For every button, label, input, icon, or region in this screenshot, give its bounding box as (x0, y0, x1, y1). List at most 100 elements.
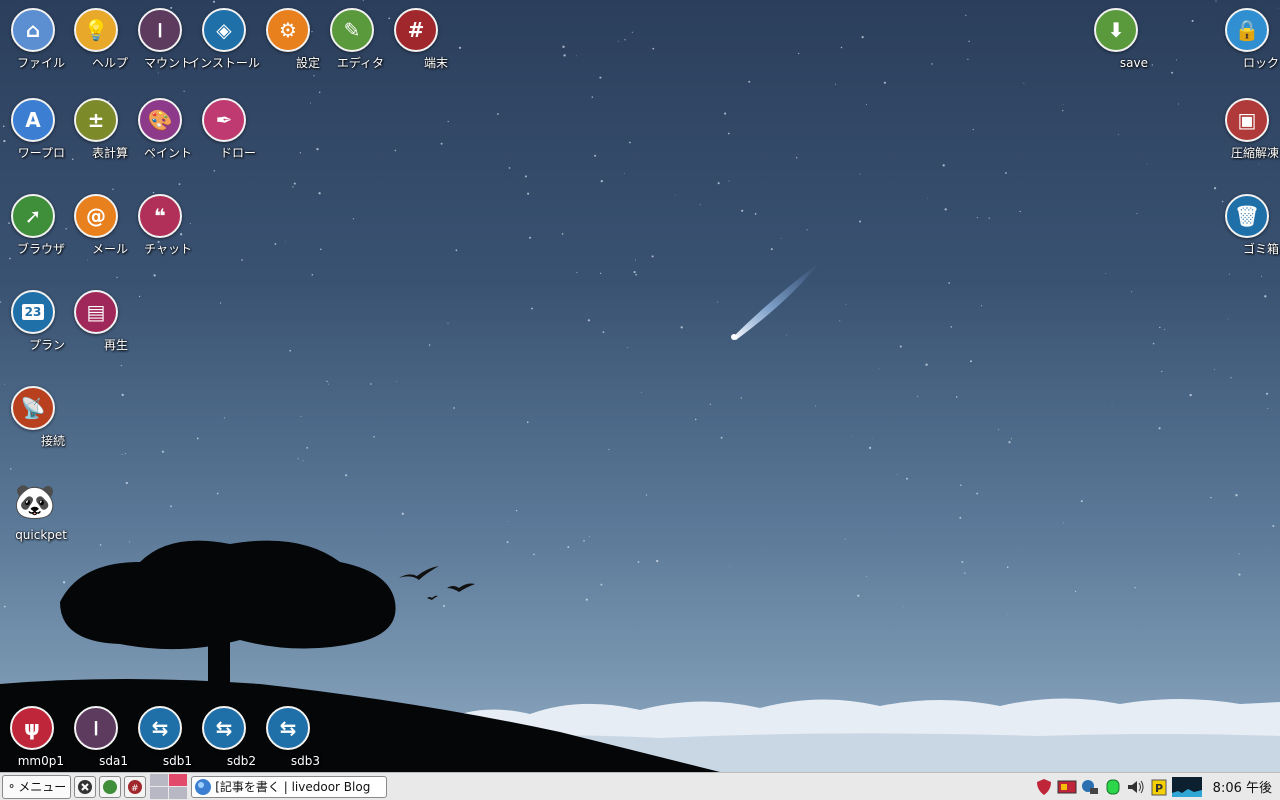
task-button-browser[interactable]: [記事を書く | livedoor Blog (191, 775, 388, 798)
desktop-right-icon-0[interactable]: ⬇ save (1084, 8, 1148, 71)
workspace-2[interactable] (169, 774, 188, 786)
icon-label: ドロー (219, 146, 256, 160)
workspace-3[interactable] (150, 787, 169, 799)
icon-label: 接続 (40, 434, 65, 448)
icon-label: 端末 (423, 56, 448, 70)
icon-label: メール (91, 242, 128, 256)
tray-network[interactable] (1080, 777, 1100, 797)
drive-icon-4[interactable]: ⇆ sdb3 (256, 706, 320, 769)
menu-logo-icon: ⚬ (7, 780, 17, 793)
start-menu-button[interactable]: ⚬ メニュー (2, 774, 72, 799)
drive-icon-3[interactable]: ⇆ sdb2 (192, 706, 256, 769)
icon-label: 圧縮解凍 (1230, 146, 1279, 160)
menu-label: メニュー (18, 780, 67, 794)
at-mail-icon: @ (74, 194, 118, 238)
workspace-1[interactable] (150, 774, 169, 786)
toggle-icon: ⏽ (138, 8, 182, 52)
drive-icon-0[interactable]: ψ mm0p1 (0, 706, 64, 769)
desktop-icon-11[interactable]: ➚ ブラウザ (1, 194, 65, 257)
desktop-right-icon-3[interactable]: 🗑 ゴミ箱 (1215, 194, 1279, 257)
icon-label: sdb3 (290, 754, 320, 768)
desktop-icon-8[interactable]: ± 表計算 (64, 98, 128, 161)
desktop-right-icon-2[interactable]: ▣ 圧縮解凍 (1215, 98, 1279, 161)
x-circle-icon (78, 779, 93, 794)
desktop-icon-9[interactable]: 🎨 ペイント (128, 98, 192, 161)
desktop-right-icon-1[interactable]: 🔒 ロック (1215, 8, 1279, 71)
desktop-icon-5[interactable]: ✎ エディタ (320, 8, 384, 71)
satellite-icon: 📡 (11, 386, 55, 430)
desktop-icon-7[interactable]: A ワープロ (1, 98, 65, 161)
icon-label: sda1 (99, 754, 128, 768)
terminal-hash-icon: # (394, 8, 438, 52)
home-folder-icon: ⌂ (11, 8, 55, 52)
desktop-icon-6[interactable]: # 端末 (384, 8, 448, 71)
clapper-icon: ▤ (74, 290, 118, 334)
icon-label: sdb1 (162, 754, 192, 768)
icon-label: ペイント (143, 146, 192, 160)
icon-label: エディタ (336, 56, 384, 70)
desktop-icon-17[interactable]: 🐼 quickpet (3, 480, 67, 543)
desktop-icon-3[interactable]: ◈ インストール (188, 8, 260, 71)
toggle-icon: ⏽ (74, 706, 118, 750)
desktop-icon-4[interactable]: ⚙ 設定 (256, 8, 320, 71)
spreadsheet-icon: ± (74, 98, 118, 142)
icon-label: インストール (188, 56, 260, 70)
compass-icon: ➚ (11, 194, 55, 238)
icon-label: チャット (144, 242, 192, 256)
lightbulb-icon: 💡 (74, 8, 118, 52)
comet-graphic (731, 262, 820, 340)
terminal-launch-button[interactable]: # (124, 775, 147, 798)
usb-icon: ⇆ (138, 706, 182, 750)
taskbar: ⚬ メニュー # [記事を書く | livedoor Blog P 8:06 午… (0, 772, 1280, 800)
desktop-icon-16[interactable]: 📡 接続 (1, 386, 65, 449)
tray-storage[interactable] (1103, 777, 1123, 797)
keyboard-flag-icon (1057, 780, 1077, 793)
desktop-icon-2[interactable]: ⏽ マウント (128, 8, 192, 71)
palette-icon: 🎨 (138, 98, 182, 142)
clock[interactable]: 8:06 午後 (1213, 777, 1272, 796)
archive-icon: ▣ (1225, 98, 1269, 142)
tray-volume[interactable] (1126, 777, 1146, 797)
usb-stick-icon: ψ (10, 706, 54, 750)
tray-cpu-monitor[interactable] (1171, 776, 1202, 797)
icon-label: ゴミ箱 (1242, 242, 1279, 256)
icon-label: mm0p1 (17, 754, 64, 768)
icon-label: 再生 (103, 338, 128, 352)
icon-label: ロック (1242, 56, 1279, 70)
icon-label: プラン (28, 338, 65, 352)
icon-label: 設定 (295, 56, 320, 70)
desktop-icon-12[interactable]: @ メール (64, 194, 128, 257)
compass-icon (103, 779, 118, 794)
close-windows-button[interactable] (74, 775, 97, 798)
workspace-4[interactable] (169, 787, 188, 799)
notepad-icon: ✎ (330, 8, 374, 52)
tray-firewall[interactable] (1034, 777, 1054, 797)
icon-label: quickpet (15, 528, 67, 542)
desktop-icon-1[interactable]: 💡 ヘルプ (64, 8, 128, 71)
globe-icon (195, 778, 212, 795)
drive-icon-2[interactable]: ⇆ sdb1 (128, 706, 192, 769)
cpu-graph-icon (1171, 776, 1202, 797)
icon-label: ワープロ (17, 146, 65, 160)
desktop-icon-10[interactable]: ✒ ドロー (192, 98, 256, 161)
desktop-icon-0[interactable]: ⌂ ファイル (1, 8, 65, 71)
calendar-day-number: 23 (21, 304, 45, 320)
icon-label: 表計算 (91, 146, 128, 160)
desktop-icon-15[interactable]: ▤ 再生 (64, 290, 128, 353)
tray-clipboard[interactable]: P (1149, 777, 1169, 797)
clipboard-p-icon: P (1151, 779, 1167, 795)
trash-icon: 🗑 (1225, 194, 1269, 238)
icon-label: save (1119, 56, 1148, 70)
gear-icon: ⚙ (266, 8, 310, 52)
desktop-icon-14[interactable]: 23 プラン (1, 290, 65, 353)
system-tray: P 8:06 午後 (1034, 776, 1280, 797)
tray-keyboard[interactable] (1057, 777, 1077, 797)
workspace-pager[interactable] (150, 774, 188, 799)
icon-label: ファイル (16, 56, 65, 70)
browser-launch-button[interactable] (99, 775, 122, 798)
drive-icon-1[interactable]: ⏽ sda1 (64, 706, 128, 769)
desktop-icon-13[interactable]: ❝ チャット (128, 194, 192, 257)
volume-icon (1127, 780, 1144, 793)
calendar-icon: 23 (11, 290, 55, 334)
terminal-hash-icon: # (128, 779, 143, 794)
